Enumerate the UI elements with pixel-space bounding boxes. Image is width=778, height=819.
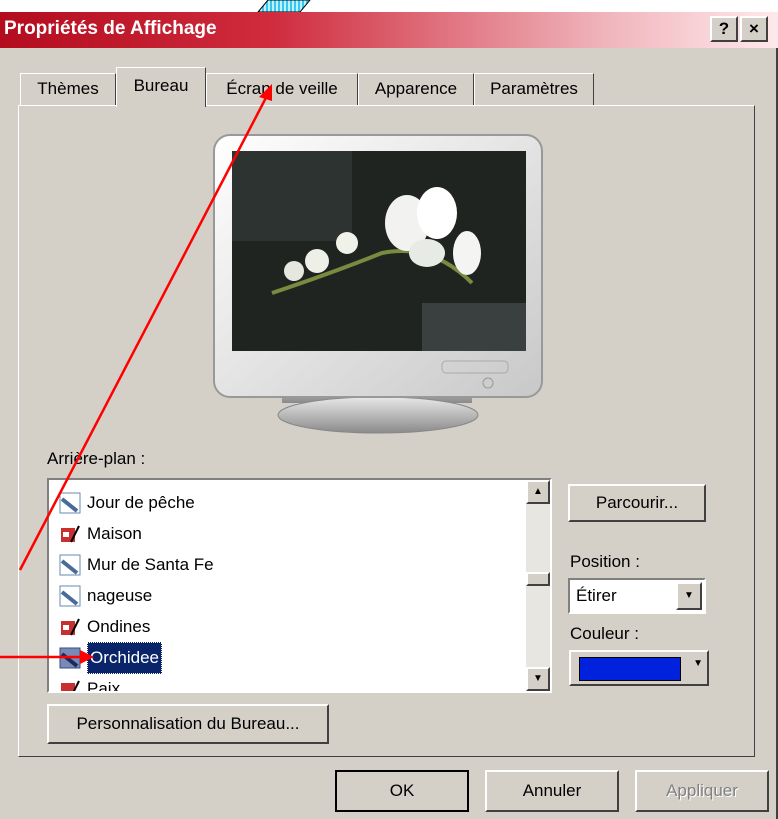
tab-appearance[interactable]: Apparence: [358, 73, 474, 105]
cancel-button[interactable]: Annuler: [485, 770, 619, 812]
tab-themes[interactable]: Thèmes: [20, 73, 116, 105]
ok-button[interactable]: OK: [335, 770, 469, 812]
window-title: Propriétés de Affichage: [4, 18, 217, 39]
bureau-tab-panel: [18, 105, 755, 757]
display-properties-dialog: Propriétés de Affichage ? × Thèmes Burea…: [0, 12, 778, 819]
title-bar: Propriétés de Affichage ? ×: [0, 12, 778, 48]
tab-settings[interactable]: Paramètres: [474, 73, 594, 105]
help-button[interactable]: ?: [710, 16, 738, 42]
close-button[interactable]: ×: [740, 16, 768, 42]
tab-bureau[interactable]: Bureau: [116, 67, 206, 107]
tab-screensaver[interactable]: Écran de veille: [206, 73, 358, 105]
apply-button: Appliquer: [635, 770, 769, 812]
